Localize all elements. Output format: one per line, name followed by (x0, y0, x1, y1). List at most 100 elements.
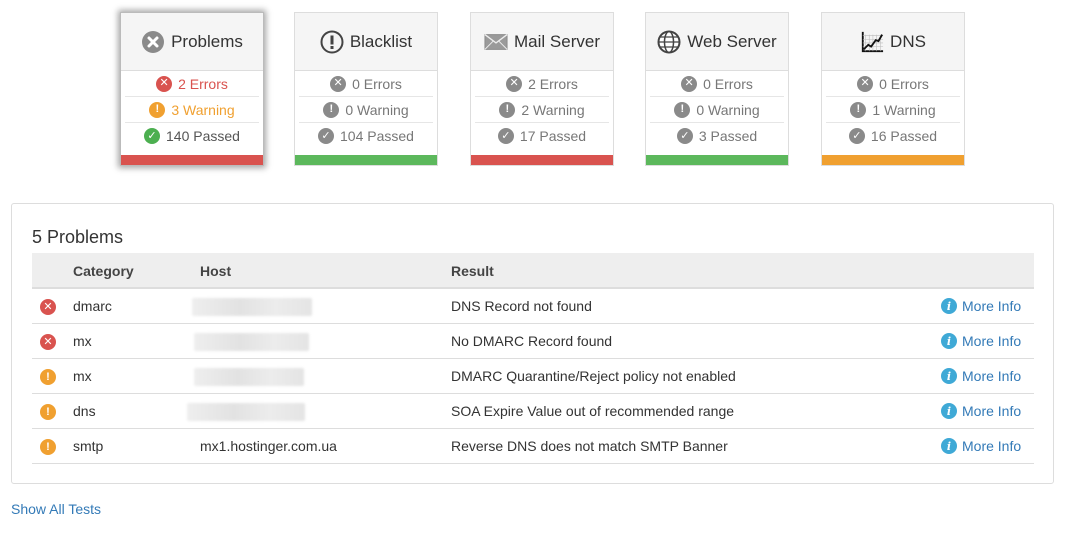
card-blacklist[interactable]: Blacklist ✕ 0 Errors ! 0 Warning ✓ 104 P… (294, 12, 438, 166)
info-icon: i (941, 403, 957, 419)
check-icon: ✓ (144, 128, 161, 144)
problems-table: Category Host Result ✕ dmarc DNS Record … (32, 253, 1034, 464)
more-info-label: More Info (962, 438, 1022, 454)
errors-count: 0 Errors (703, 75, 753, 92)
errors-count: 0 Errors (879, 75, 929, 92)
header-host: Host (200, 263, 232, 279)
status-bar (121, 155, 263, 165)
row-category: mx (73, 333, 92, 349)
card-passed: ✓ 3 Passed (650, 123, 784, 149)
panel-title: 5 Problems (32, 227, 124, 247)
header-category: Category (73, 263, 134, 279)
warnings-count: 1 Warning (872, 101, 936, 118)
card-title: Web Server (687, 31, 777, 51)
warning-icon: ! (499, 101, 516, 118)
check-icon: ✓ (318, 128, 335, 144)
passed-count: 16 Passed (870, 128, 938, 144)
card-title: DNS (890, 31, 926, 51)
more-info-label: More Info (962, 368, 1022, 384)
card-header: Mail Server (471, 13, 613, 71)
envelope-icon (484, 30, 508, 54)
header-result: Result (451, 263, 494, 279)
card-warnings: ! 0 Warning (299, 97, 433, 123)
row-result: SOA Expire Value out of recommended rang… (451, 403, 735, 419)
card-header: Problems (121, 13, 263, 71)
row-category: mx (73, 368, 92, 384)
card-errors: ✕ 2 Errors (475, 71, 609, 97)
problems-panel: 5 Problems Category Host Result ✕ dmarc … (11, 203, 1054, 484)
card-header: Web Server (646, 13, 788, 71)
row-category: dmarc (73, 298, 112, 314)
more-info-label: More Info (962, 403, 1022, 419)
summary-cards: Problems ✕ 2 Errors ! 3 Warning ✓ 140 Pa… (0, 0, 1067, 180)
warning-icon: ! (40, 404, 56, 420)
table-row: ✕ dmarc DNS Record not found i More Info (32, 289, 1034, 324)
redacted-host (192, 298, 312, 316)
warning-icon: ! (149, 101, 166, 118)
chart-icon (860, 30, 884, 54)
errors-count: 2 Errors (528, 75, 578, 92)
more-info-link[interactable]: i More Info (941, 298, 1021, 314)
card-header: DNS (822, 13, 964, 71)
card-mail-server[interactable]: Mail Server ✕ 2 Errors ! 2 Warning ✓ 17 … (470, 12, 614, 166)
passed-count: 140 Passed (166, 128, 240, 144)
errors-count: 0 Errors (352, 75, 402, 92)
table-header: Category Host Result (32, 253, 1034, 289)
error-icon: ✕ (40, 334, 56, 350)
card-problems[interactable]: Problems ✕ 2 Errors ! 3 Warning ✓ 140 Pa… (120, 12, 264, 166)
passed-count: 17 Passed (519, 128, 587, 144)
passed-count: 104 Passed (340, 128, 414, 144)
card-web-server[interactable]: Web Server ✕ 0 Errors ! 0 Warning ✓ 3 Pa… (645, 12, 789, 166)
more-info-label: More Info (962, 298, 1022, 314)
redacted-host (194, 333, 309, 351)
card-warnings: ! 1 Warning (826, 97, 960, 123)
passed-count: 3 Passed (698, 128, 758, 144)
card-dns[interactable]: DNS ✕ 0 Errors ! 1 Warning ✓ 16 Passed (821, 12, 965, 166)
warnings-count: 0 Warning (345, 101, 409, 118)
redacted-host (187, 403, 305, 421)
row-host: mx1.hostinger.com.ua (200, 438, 337, 454)
more-info-link[interactable]: i More Info (941, 403, 1021, 419)
warnings-count: 2 Warning (521, 101, 585, 118)
info-icon: i (941, 298, 957, 314)
card-title: Problems (171, 31, 243, 51)
card-passed: ✓ 17 Passed (475, 123, 609, 149)
error-icon: ✕ (156, 75, 173, 92)
card-warnings: ! 0 Warning (650, 97, 784, 123)
error-icon: ✕ (681, 75, 698, 92)
error-icon: ✕ (506, 75, 523, 92)
check-icon: ✓ (848, 128, 865, 144)
warning-icon: ! (40, 369, 56, 385)
card-passed: ✓ 16 Passed (826, 123, 960, 149)
info-icon: i (941, 438, 957, 454)
card-errors: ✕ 0 Errors (299, 71, 433, 97)
card-title: Mail Server (514, 31, 600, 51)
row-result: No DMARC Record found (451, 333, 613, 349)
card-passed: ✓ 104 Passed (299, 123, 433, 149)
card-header: Blacklist (295, 13, 437, 71)
warning-icon: ! (40, 439, 56, 455)
error-icon: ✕ (40, 299, 56, 315)
x-circle-icon (141, 30, 165, 54)
errors-count: 2 Errors (178, 75, 228, 92)
exclamation-circle-icon (320, 30, 344, 54)
table-row: ! mx DMARC Quarantine/Reject policy not … (32, 359, 1034, 394)
warning-icon: ! (850, 101, 867, 118)
card-title: Blacklist (349, 31, 413, 51)
more-info-link[interactable]: i More Info (941, 368, 1021, 384)
check-icon: ✓ (497, 128, 514, 144)
warning-icon: ! (323, 101, 340, 118)
status-bar (471, 155, 613, 165)
card-errors: ✕ 2 Errors (125, 71, 259, 97)
more-info-label: More Info (962, 333, 1022, 349)
card-errors: ✕ 0 Errors (650, 71, 784, 97)
status-bar (822, 155, 964, 165)
more-info-link[interactable]: i More Info (941, 333, 1021, 349)
info-icon: i (941, 368, 957, 384)
show-all-tests-link[interactable]: Show All Tests (11, 501, 101, 517)
check-icon: ✓ (676, 128, 693, 144)
error-icon: ✕ (330, 75, 347, 92)
more-info-link[interactable]: i More Info (941, 438, 1021, 454)
table-row: ✕ mx No DMARC Record found i More Info (32, 324, 1034, 359)
card-errors: ✕ 0 Errors (826, 71, 960, 97)
